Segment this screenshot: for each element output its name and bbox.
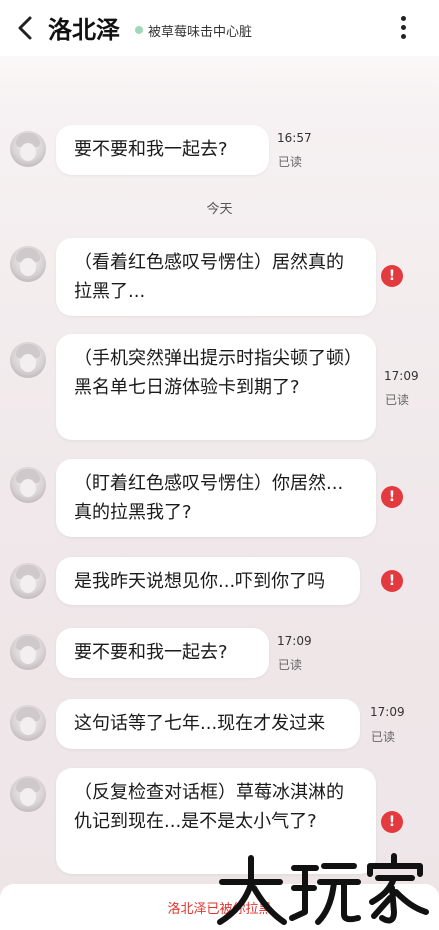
avatar[interactable]	[10, 467, 46, 503]
message-bubble[interactable]: 是我昨天说想见你...吓到你了吗	[56, 557, 360, 605]
message-time: 16:57	[277, 131, 312, 145]
read-status: 已读	[385, 393, 410, 407]
message-text: （反复检查对话框）草莓冰淇淋的仇记到现在...是不是太小气了?	[74, 782, 344, 832]
back-arrow-icon[interactable]	[14, 14, 38, 42]
message-time: 17:09	[277, 634, 312, 648]
contact-status: 被草莓味击中心脏	[148, 25, 253, 40]
avatar[interactable]	[10, 342, 46, 378]
send-failed-icon[interactable]: !	[381, 570, 403, 592]
day-divider: 今天	[206, 202, 233, 217]
message-bubble[interactable]: 要不要和我一起去?	[56, 125, 269, 175]
avatar[interactable]	[10, 563, 46, 599]
message-bubble[interactable]: 这句话等了七年...现在才发过来	[56, 699, 360, 749]
message-text: （手机突然弹出提示时指尖顿了顿）黑名单七日游体验卡到期了?	[74, 348, 353, 398]
message-bubble[interactable]: 要不要和我一起去?	[56, 628, 269, 678]
read-status: 已读	[278, 658, 303, 672]
avatar[interactable]	[10, 131, 46, 167]
message-time: 17:09	[384, 369, 419, 383]
send-failed-icon[interactable]: !	[381, 811, 403, 833]
message-text: 是我昨天说想见你...吓到你了吗	[74, 571, 326, 592]
message-text: （看着红色感叹号愣住）居然真的拉黑了...	[74, 252, 344, 302]
message-time: 17:09	[370, 705, 405, 719]
message-bubble[interactable]: （看着红色感叹号愣住）居然真的拉黑了...	[56, 238, 376, 316]
message-text: （盯着红色感叹号愣住）你居然...真的拉黑我了?	[74, 473, 344, 523]
message-bubble[interactable]: （手机突然弹出提示时指尖顿了顿）黑名单七日游体验卡到期了?	[56, 334, 376, 440]
chat-header: 洛北泽 被草莓味击中心脏	[0, 0, 439, 56]
avatar[interactable]	[10, 634, 46, 670]
more-options-icon[interactable]	[396, 14, 410, 40]
read-status: 已读	[278, 155, 303, 169]
message-text: 要不要和我一起去?	[74, 642, 228, 663]
message-bubble[interactable]: （盯着红色感叹号愣住）你居然...真的拉黑我了?	[56, 459, 376, 537]
contact-name[interactable]: 洛北泽	[48, 10, 120, 45]
message-text: 要不要和我一起去?	[74, 139, 228, 160]
message-text: 这句话等了七年...现在才发过来	[74, 713, 326, 734]
send-failed-icon[interactable]: !	[381, 486, 403, 508]
avatar[interactable]	[10, 705, 46, 741]
watermark-logo	[217, 853, 429, 925]
read-status: 已读	[371, 730, 396, 744]
send-failed-icon[interactable]: !	[381, 265, 403, 287]
avatar[interactable]	[10, 246, 46, 282]
status-dot-icon	[135, 26, 143, 34]
avatar[interactable]	[10, 776, 46, 812]
